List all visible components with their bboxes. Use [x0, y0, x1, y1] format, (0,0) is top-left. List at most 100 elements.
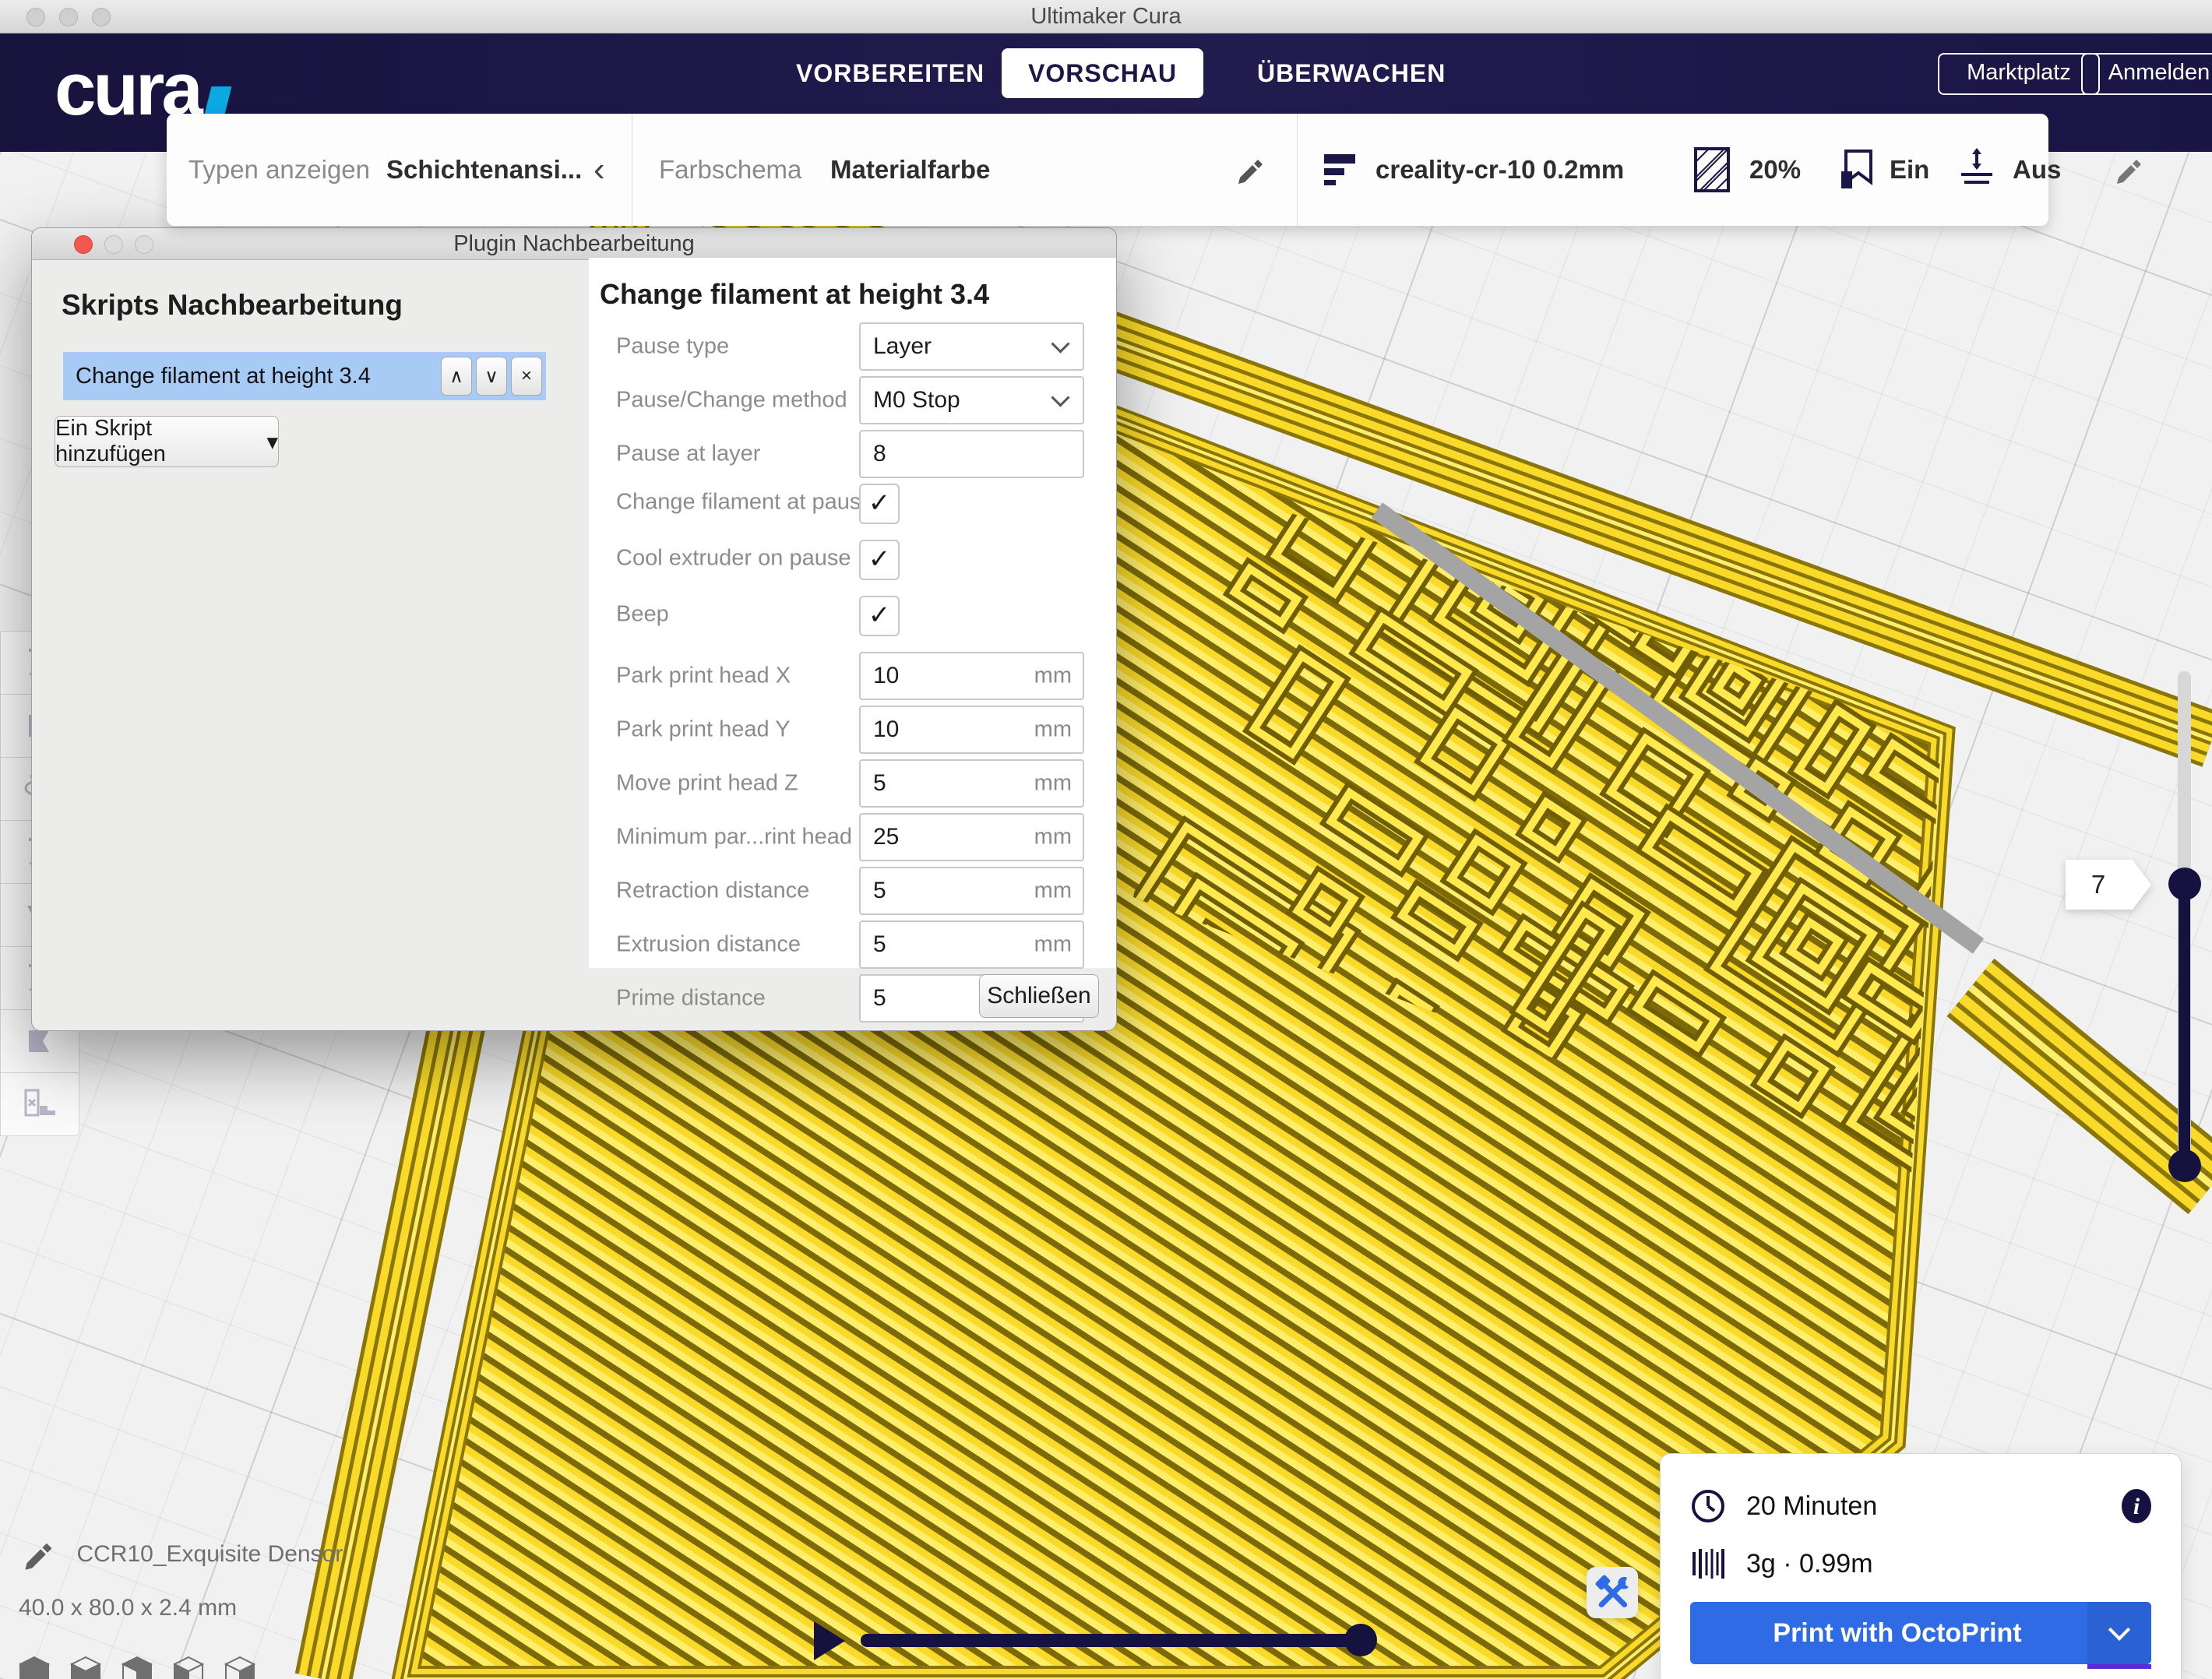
checkbox[interactable]: ✓: [859, 484, 900, 524]
form-row: Pause/Change method M0 Stop: [589, 376, 1116, 424]
svg-text:i: i: [2133, 1494, 2140, 1519]
text-field[interactable]: 10mm: [859, 706, 1084, 754]
field-label: Minimum par...rint head Z: [616, 825, 872, 850]
button-accent-strip: [2087, 1664, 2151, 1669]
layer-number: 7: [2091, 870, 2105, 899]
field-label: Pause at layer: [616, 442, 760, 467]
checkbox[interactable]: ✓: [859, 596, 900, 636]
field-label: Cool extruder on pause: [616, 546, 851, 572]
field-label: Move print head Z: [616, 771, 798, 797]
form-row: Park print head X10mm: [589, 652, 1116, 700]
adhesion-value[interactable]: Aus: [2013, 114, 2061, 226]
move-script-up-button[interactable]: ∧: [441, 357, 472, 396]
field-value: 5: [873, 985, 886, 1012]
playback-track: [861, 1634, 1362, 1647]
dialog-title: Plugin Nachbearbeitung: [32, 228, 1116, 259]
camera-view-button-3[interactable]: [173, 1656, 204, 1679]
chevron-down-icon: [1051, 335, 1069, 354]
field-value: M0 Stop: [873, 387, 960, 414]
move-script-down-button[interactable]: ∨: [476, 357, 507, 396]
print-settings-tools-button[interactable]: [1587, 1567, 1638, 1618]
time-estimate-row: 20 Minuten: [1690, 1488, 1877, 1524]
text-field[interactable]: 5mm: [859, 920, 1084, 969]
remove-script-button[interactable]: ×: [511, 357, 542, 396]
model-dimensions: 40.0 x 80.0 x 2.4 mm: [19, 1595, 237, 1621]
layer-indicator-flag[interactable]: 7: [2066, 860, 2151, 910]
scripts-heading: Skripts Nachbearbeitung: [62, 289, 403, 322]
color-scheme-dropdown[interactable]: Materialfarbe: [830, 114, 990, 226]
edit-colorscheme-pencil-icon[interactable]: [1235, 154, 1266, 185]
field-value: 10: [873, 663, 899, 689]
checkbox[interactable]: ✓: [859, 540, 900, 580]
form-heading: Change filament at height 3.4: [600, 278, 989, 311]
window-titlebar[interactable]: Ultimaker Cura: [0, 0, 2212, 33]
text-field[interactable]: 25mm: [859, 813, 1084, 861]
close-dialog-button[interactable]: Schließen: [979, 974, 1099, 1018]
window-title: Ultimaker Cura: [0, 0, 2212, 33]
view-cube-icon: [122, 1656, 153, 1679]
printer-profile-button[interactable]: creality-cr-10 0.2mm: [1375, 114, 1624, 226]
dialog-titlebar[interactable]: Plugin Nachbearbeitung: [32, 228, 1116, 260]
chevron-down-icon: [1051, 389, 1069, 407]
dropdown-field[interactable]: M0 Stop: [859, 376, 1084, 424]
field-label: Park print head Y: [616, 717, 791, 743]
rename-model-pencil-icon[interactable]: [22, 1537, 56, 1572]
model-info: CCR10_Exquisite Densor: [22, 1537, 343, 1572]
tab-vorschau[interactable]: VORSCHAU: [1002, 48, 1203, 98]
text-field[interactable]: 5mm: [859, 759, 1084, 808]
camera-view-presets: [19, 1656, 255, 1679]
tool-button-7[interactable]: [0, 1073, 79, 1136]
form-row: Beep ✓: [589, 596, 1116, 633]
marketplace-button[interactable]: Marktplatz: [1938, 53, 2100, 95]
dialog-zoom-icon[interactable]: [135, 235, 153, 254]
form-row: Retraction distance 5mm: [589, 867, 1116, 915]
tab-ueberwachen[interactable]: ÜBERWACHEN: [1231, 48, 1472, 98]
camera-view-button-1[interactable]: [70, 1656, 101, 1679]
infill-value[interactable]: 20%: [1749, 114, 1801, 226]
form-row: Minimum par...rint head Z25mm: [589, 813, 1116, 861]
add-script-dropdown[interactable]: Ein Skript hinzufügen▾: [55, 416, 279, 467]
view-options-toolbar: Typen anzeigen Schichtenansi... ‹ Farbsc…: [167, 114, 2048, 226]
print-with-octoprint-button[interactable]: Print with OctoPrint: [1690, 1602, 2151, 1664]
field-value: Layer: [873, 333, 932, 360]
field-label: Prime distance: [616, 986, 766, 1012]
dialog-minimize-icon[interactable]: [104, 235, 123, 254]
camera-view-button-4[interactable]: [224, 1656, 255, 1679]
field-unit: mm: [1034, 717, 1072, 743]
tab-vorbereiten[interactable]: VORBEREITEN: [770, 48, 1011, 98]
field-label: Pause type: [616, 334, 729, 360]
text-field[interactable]: 10mm: [859, 652, 1084, 700]
dialog-close-icon[interactable]: [74, 235, 93, 254]
print-options-chevron-icon[interactable]: [2087, 1602, 2151, 1664]
adhesion-icon: [1958, 146, 1995, 193]
infill-icon: [1693, 146, 1731, 193]
view-type-dropdown[interactable]: Schichtenansi...: [386, 114, 582, 226]
collapse-panel-icon[interactable]: ‹: [594, 114, 605, 226]
view-cube-icon: [173, 1656, 204, 1679]
color-scheme-label: Farbschema: [659, 114, 801, 226]
field-unit: mm: [1034, 878, 1072, 904]
field-label: Extrusion distance: [616, 932, 801, 958]
camera-view-button-0[interactable]: [19, 1656, 50, 1679]
support-value[interactable]: Ein: [1890, 114, 1929, 226]
signin-button[interactable]: Anmelden: [2081, 53, 2212, 95]
field-value: 5: [873, 931, 886, 958]
model-name: CCR10_Exquisite Densor: [76, 1541, 343, 1567]
tool-icon: [21, 1087, 58, 1121]
field-label: Beep: [616, 602, 669, 628]
field-label: Retraction distance: [616, 878, 809, 904]
edit-print-settings-pencil-icon[interactable]: [2114, 154, 2145, 185]
text-field[interactable]: 5mm: [859, 867, 1084, 915]
layer-slider-range: [2179, 884, 2190, 1166]
print-time: 20 Minuten: [1746, 1491, 1877, 1522]
camera-view-button-2[interactable]: [122, 1656, 153, 1679]
form-row: Pause type Layer: [589, 322, 1116, 371]
dropdown-field[interactable]: Layer: [859, 322, 1084, 371]
form-row: Pause at layer 8: [589, 430, 1116, 478]
field-unit: mm: [1034, 825, 1072, 850]
field-label: Pause/Change method: [616, 388, 847, 414]
text-field[interactable]: 8: [859, 430, 1084, 478]
info-icon[interactable]: i: [2119, 1488, 2154, 1524]
layers-icon: [1324, 150, 1358, 190]
script-list-item-selected[interactable]: Change filament at height 3.4 ∧ ∨ ×: [63, 352, 546, 400]
